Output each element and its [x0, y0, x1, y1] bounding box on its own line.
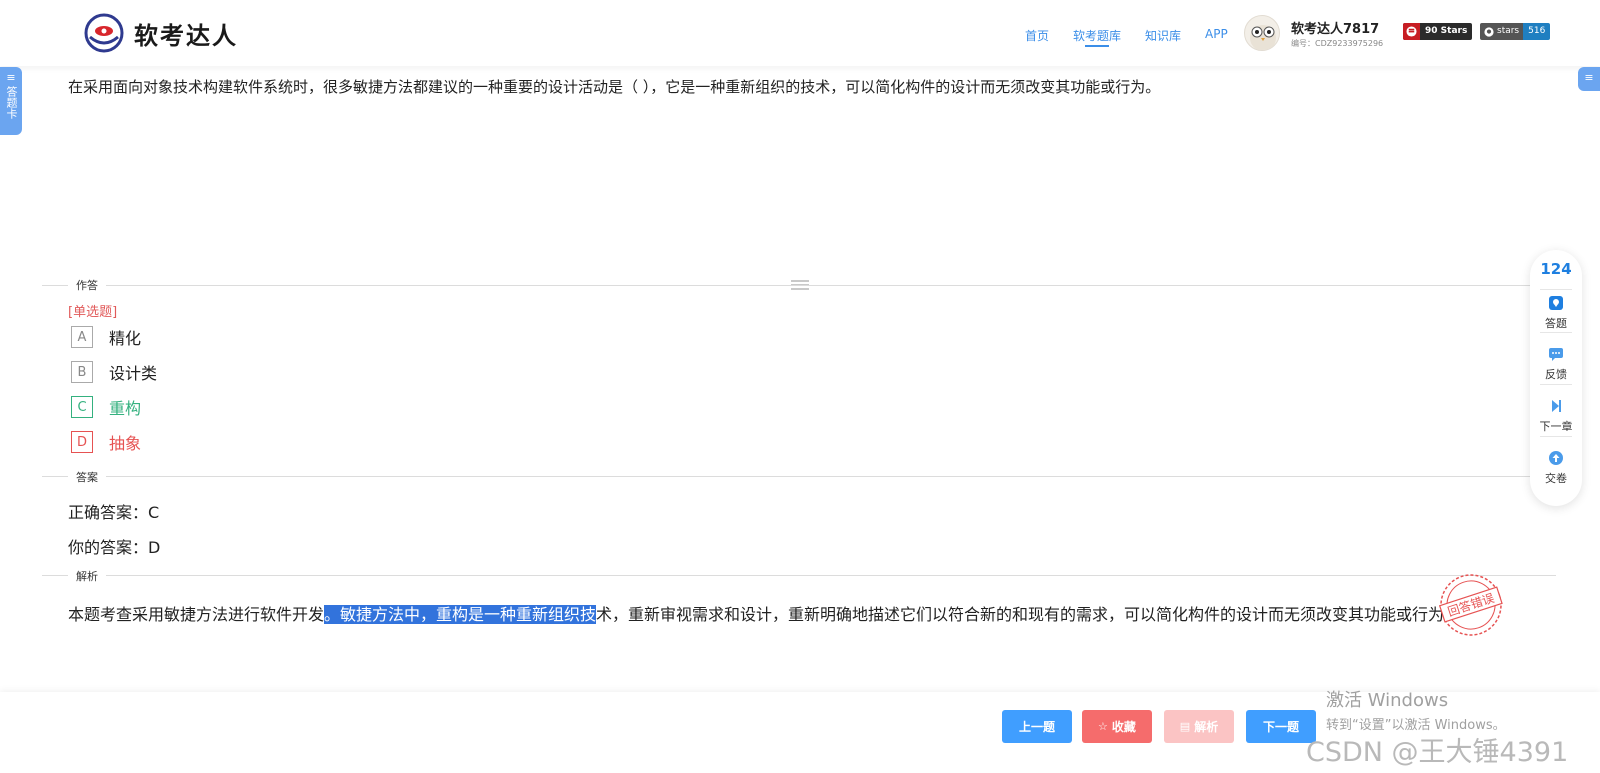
question-text: 在采用面向对象技术构建软件系统时，很多敏捷方法都建议的一种重要的设计活动是（ ）… [68, 78, 1161, 96]
avatar-owl-icon [1250, 25, 1276, 50]
next-question-label: 下一题 [1262, 720, 1299, 734]
menu-icon: ≡ [1584, 71, 1594, 84]
windows-activation-watermark: 激活 Windows 转到“设置”以激活 Windows。 [1326, 686, 1506, 733]
toolbar-answer-button[interactable]: 答题 [1530, 295, 1582, 331]
wrong-answer-stamp: 回答错误 [1438, 574, 1503, 636]
toolbar-next-chapter-label: 下一章 [1539, 420, 1573, 433]
analysis-label: 解析 [1194, 720, 1219, 734]
option-letter: A [71, 326, 93, 348]
star-icon: ☆ [1098, 720, 1108, 733]
nav-knowledge-base[interactable]: 知识库 [1145, 27, 1181, 44]
toolbar-feedback-label: 反馈 [1545, 368, 1567, 381]
logo-text: 软考达人 [134, 21, 238, 50]
option-text: 重构 [109, 399, 142, 418]
gitee-icon [1403, 23, 1420, 40]
toolbar-submit-button[interactable]: 交卷 [1530, 450, 1582, 486]
github-stars-badge[interactable]: stars 516 [1480, 23, 1551, 40]
option-text: 抽象 [109, 434, 142, 453]
divider [1540, 436, 1572, 437]
nav-question-bank[interactable]: 软考题库 [1073, 27, 1121, 47]
toolbar-answer-label: 答题 [1545, 317, 1567, 330]
your-answer: 你的答案：D [68, 538, 161, 557]
option-text: 精化 [109, 329, 142, 348]
floating-toolbar: 124 答题 反馈 下一章 交卷 [1530, 250, 1582, 506]
user-name[interactable]: 软考达人7817 [1291, 18, 1379, 37]
stamp-text: 回答错误 [1446, 590, 1496, 619]
option-c[interactable]: C 重构 [71, 395, 141, 419]
feedback-icon [1549, 348, 1563, 361]
correct-answer: 正确答案：C [68, 503, 160, 522]
github-stars-count: 516 [1523, 23, 1551, 40]
option-text: 设计类 [109, 364, 158, 383]
csdn-watermark: CSDN @王大锤4391 [1306, 737, 1569, 768]
option-a[interactable]: A 精化 [71, 325, 141, 349]
question-panel: 在采用面向对象技术构建软件系统时，很多敏捷方法都建议的一种重要的设计活动是（ ）… [0, 66, 1600, 673]
answer-card-tab[interactable]: ≡ 答题卡 [0, 67, 22, 135]
option-letter: D [71, 431, 93, 453]
divider [1540, 289, 1572, 290]
favorite-button[interactable]: ☆ 收藏 [1082, 710, 1152, 743]
divider [1540, 332, 1572, 333]
analysis-section-label: 解析 [68, 568, 106, 584]
analysis-text: 本题考查采用敏捷方法进行软件开发。敏捷方法中，重构是一种重新组织技术，重新审视需… [68, 600, 1518, 630]
option-b[interactable]: B 设计类 [71, 360, 157, 384]
gitee-stars-badge[interactable]: 90 Stars [1403, 23, 1473, 40]
answer-icon [1549, 296, 1563, 310]
document-icon: ▤ [1179, 720, 1191, 733]
question-type: [单选题] [68, 305, 118, 320]
question-count: 124 [1540, 260, 1572, 278]
site-logo[interactable]: 软考达人 [84, 13, 238, 53]
menu-icon: ≡ [6, 71, 16, 84]
toolbar-feedback-button[interactable]: 反馈 [1530, 346, 1582, 382]
windows-watermark-line1: 激活 Windows [1326, 690, 1449, 711]
option-d[interactable]: D 抽象 [71, 430, 141, 454]
prev-question-button[interactable]: 上一题 [1002, 710, 1072, 743]
divider [1540, 384, 1572, 385]
toolbar-next-chapter-button[interactable]: 下一章 [1530, 398, 1582, 434]
user-id: 编号：CDZ9233975296 [1291, 39, 1384, 48]
prev-question-label: 上一题 [1018, 720, 1055, 734]
submit-icon [1549, 451, 1563, 465]
analysis-text-after: 术，重新审视需求和设计，重新明确地描述它们以符合新的和现有的需求，可以简化构件的… [596, 605, 1461, 624]
main-nav: 首页 软考题库 知识库 APP [1025, 27, 1252, 47]
github-stars-label: stars [1497, 26, 1520, 36]
analysis-selected-text: 。敏捷方法中，重构是一种重新组织技 [324, 605, 597, 624]
option-letter: C [71, 396, 93, 418]
divider [42, 285, 1556, 286]
nav-app[interactable]: APP [1205, 27, 1228, 44]
logo-icon [84, 13, 124, 53]
avatar[interactable] [1244, 15, 1280, 51]
divider [42, 575, 1556, 576]
result-section-label: 答案 [68, 469, 106, 485]
answer-card-label: 答题卡 [5, 86, 18, 119]
analysis-button[interactable]: ▤ 解析 [1164, 710, 1234, 743]
github-icon [1484, 26, 1494, 37]
favorite-label: 收藏 [1111, 720, 1136, 734]
top-header: 软考达人 首页 软考题库 知识库 APP 软考达人7817 编号：CDZ9233… [0, 0, 1600, 66]
answer-section-label: 作答 [68, 277, 106, 293]
right-menu-tab[interactable]: ≡ [1578, 67, 1600, 91]
gitee-stars-text: 90 Stars [1425, 26, 1468, 36]
toolbar-submit-label: 交卷 [1545, 472, 1567, 485]
analysis-text-before: 本题考查采用敏捷方法进行软件开发 [68, 605, 325, 624]
divider [42, 476, 1556, 477]
nav-home[interactable]: 首页 [1025, 27, 1049, 44]
option-letter: B [71, 361, 93, 383]
next-chapter-icon [1552, 400, 1561, 412]
